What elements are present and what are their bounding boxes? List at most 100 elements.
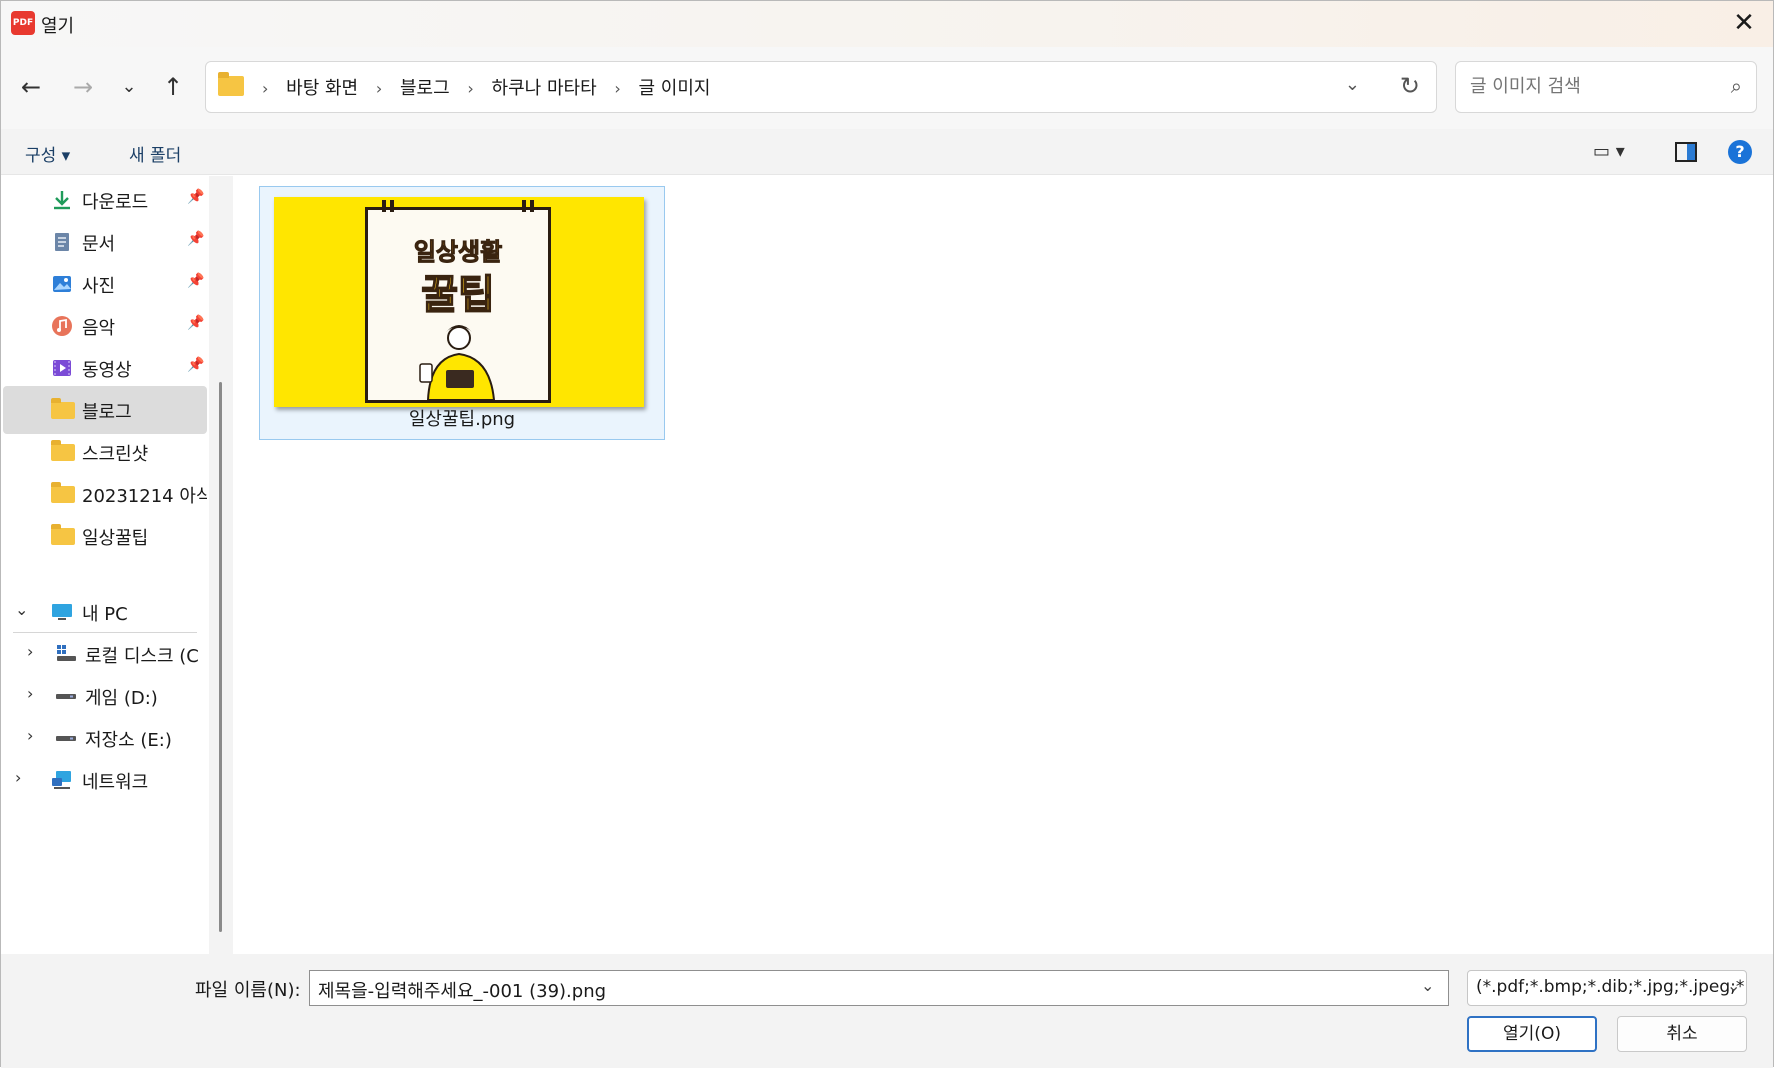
search-icon: ⌕	[1730, 74, 1742, 98]
chevron-right-icon[interactable]: ›	[614, 79, 620, 98]
up-button[interactable]: ↑	[155, 69, 191, 105]
breadcrumb-item[interactable]: 글 이미지	[639, 74, 711, 100]
open-file-dialog: PDF 열기 ✕ ← → ⌄ ↑ › 바탕 화면 › 블로그 › 하쿠나 마타타…	[0, 0, 1774, 1068]
address-history-dropdown[interactable]: ⌄	[1345, 74, 1360, 95]
scrollbar-thumb[interactable]	[219, 382, 222, 932]
chevron-down-icon[interactable]: ⌄	[15, 600, 28, 619]
video-icon	[51, 357, 73, 379]
pc-icon	[51, 601, 73, 623]
sidebar-item-label: 일상꿀팁	[82, 528, 149, 549]
refresh-icon: ↻	[1399, 72, 1420, 100]
pin-icon[interactable]: 📌	[187, 273, 204, 289]
sidebar-item-label: 블로그	[82, 402, 132, 423]
sidebar-item-videos[interactable]: 동영상 📌	[3, 344, 207, 392]
chevron-down-icon: ⌄	[1344, 74, 1360, 95]
organize-button[interactable]: 구성 ▾	[25, 141, 70, 166]
download-icon	[51, 189, 73, 211]
sidebar-item-label: 음악	[82, 318, 116, 339]
file-thumbnail: 일상생활 꿀팁	[274, 197, 644, 407]
navigation-pane: 다운로드 📌 문서 📌 사진 📌 음악 📌 동영상 📌 블로그 스크린샷 202…	[1, 176, 209, 954]
search-box[interactable]: ⌕	[1455, 61, 1757, 113]
filename-history-dropdown[interactable]: ⌄	[1421, 976, 1434, 995]
music-icon	[51, 315, 73, 337]
sidebar-item-label: 게임 (D:)	[85, 688, 158, 709]
chevron-right-icon[interactable]: ›	[27, 726, 33, 745]
sidebar-item-this-pc[interactable]: ⌄ 내 PC	[3, 588, 207, 636]
folder-icon	[51, 398, 75, 419]
open-button[interactable]: 열기(O)	[1467, 1016, 1597, 1052]
pin-icon[interactable]: 📌	[187, 231, 204, 247]
change-view-button[interactable]: ▭ ▾	[1593, 141, 1625, 162]
sidebar-item-screenshots[interactable]: 스크린샷	[3, 428, 207, 476]
sidebar-item-blog[interactable]: 블로그	[3, 386, 207, 434]
pdf-app-icon: PDF	[11, 11, 35, 35]
filename-label: 파일 이름(N):	[195, 980, 301, 1001]
arrow-right-icon: →	[72, 73, 94, 101]
address-bar[interactable]: › 바탕 화면 › 블로그 › 하쿠나 마타타 › 글 이미지 ⌄ ↻	[205, 61, 1437, 113]
sidebar-item-drive-c[interactable]: › 로컬 디스크 (C	[3, 630, 207, 678]
new-folder-button[interactable]: 새 폴더	[129, 141, 181, 166]
sidebar-item-label: 네트워크	[82, 772, 149, 793]
preview-pane-button[interactable]	[1675, 142, 1697, 162]
back-button[interactable]: ←	[13, 69, 49, 105]
search-input[interactable]	[1470, 76, 1710, 97]
sidebar-item-label: 문서	[82, 234, 116, 255]
help-icon: ?	[1735, 142, 1745, 161]
close-icon: ✕	[1733, 8, 1755, 38]
command-bar: 구성 ▾ 새 폴더 ▭ ▾ ?	[1, 129, 1773, 175]
sidebar-item-label: 로컬 디스크 (C	[85, 646, 199, 667]
sidebar-item-label: 20231214 아식	[82, 486, 207, 507]
sidebar-item-music[interactable]: 음악 📌	[3, 302, 207, 350]
chevron-right-icon[interactable]: ›	[15, 768, 21, 787]
sidebar-item-label: 내 PC	[82, 604, 128, 625]
sidebar-item-documents[interactable]: 문서 📌	[3, 218, 207, 266]
filetype-select[interactable]: (*.pdf;*.bmp;*.dib;*.jpg;*.jpeg;*	[1467, 970, 1747, 1006]
arrow-left-icon: ←	[20, 73, 42, 101]
file-name: 일상꿀팁.png	[408, 409, 516, 430]
sidebar-item-daily-tips[interactable]: 일상꿀팁	[3, 512, 207, 560]
file-item[interactable]: 일상생활 꿀팁 일상꿀팁.png	[259, 186, 665, 440]
sidebar-scrollbar[interactable]	[209, 176, 233, 954]
windows-drive-icon	[55, 643, 77, 665]
pin-icon[interactable]: 📌	[187, 315, 204, 331]
sidebar-item-network[interactable]: › 네트워크	[3, 756, 207, 804]
chevron-right-icon[interactable]: ›	[27, 684, 33, 703]
chevron-right-icon[interactable]: ›	[467, 79, 473, 98]
drive-icon	[55, 685, 77, 707]
pin-icon[interactable]: 📌	[187, 189, 204, 205]
sidebar-item-label: 사진	[82, 276, 116, 297]
breadcrumb-item[interactable]: 블로그	[400, 74, 450, 100]
sidebar-item-drive-e[interactable]: › 저장소 (E:)	[3, 714, 207, 762]
folder-icon	[218, 72, 244, 96]
filename-input[interactable]: 제목을-입력해주세요_-001 (39).png	[309, 970, 1449, 1006]
forward-button[interactable]: →	[65, 69, 101, 105]
recent-locations-button[interactable]: ⌄	[111, 69, 147, 105]
close-button[interactable]: ✕	[1715, 1, 1773, 47]
folder-icon	[51, 440, 75, 461]
window-title: 열기	[41, 16, 75, 37]
sidebar-item-label: 동영상	[82, 360, 132, 381]
pin-icon[interactable]: 📌	[187, 357, 204, 373]
sidebar-item-pictures[interactable]: 사진 📌	[3, 260, 207, 308]
network-icon	[51, 769, 73, 791]
refresh-button[interactable]: ↻	[1400, 72, 1420, 100]
help-button[interactable]: ?	[1728, 140, 1752, 164]
view-icon: ▭ ▾	[1593, 141, 1625, 162]
sidebar-item-20231214[interactable]: 20231214 아식	[3, 470, 207, 518]
cancel-button[interactable]: 취소	[1617, 1016, 1747, 1052]
drive-icon	[55, 727, 77, 749]
chevron-right-icon[interactable]: ›	[376, 79, 382, 98]
breadcrumb: › 바탕 화면 › 블로그 › 하쿠나 마타타 › 글 이미지	[250, 74, 710, 100]
arrow-up-icon: ↑	[162, 73, 184, 101]
chevron-right-icon[interactable]: ›	[27, 642, 33, 661]
calendar-illustration: 일상생활 꿀팁	[365, 200, 551, 403]
document-icon	[51, 231, 73, 253]
chevron-down-icon: ⌄	[1421, 976, 1435, 995]
folder-icon	[51, 482, 75, 503]
dialog-footer: 파일 이름(N): 제목을-입력해주세요_-001 (39).png ⌄ (*.…	[1, 954, 1773, 1068]
filetype-dropdown[interactable]: ⌄	[1727, 976, 1740, 995]
breadcrumb-item[interactable]: 하쿠나 마타타	[492, 74, 597, 100]
sidebar-item-downloads[interactable]: 다운로드 📌	[3, 176, 207, 224]
breadcrumb-item[interactable]: 바탕 화면	[286, 74, 358, 100]
sidebar-item-drive-d[interactable]: › 게임 (D:)	[3, 672, 207, 720]
